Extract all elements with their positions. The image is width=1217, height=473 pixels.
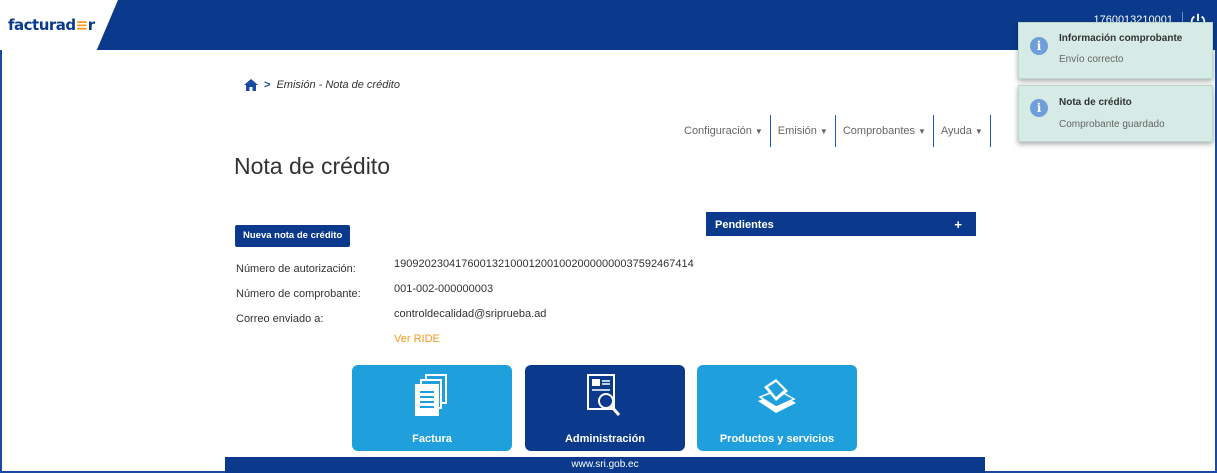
documents-icon	[415, 374, 447, 416]
toast-title: Nota de crédito	[1059, 97, 1132, 108]
info-icon: i	[1030, 37, 1048, 55]
page-title: Nota de crédito	[234, 153, 390, 179]
toast-message: Envío correcto	[1059, 54, 1124, 65]
tile-factura[interactable]: Factura	[352, 365, 512, 451]
toast-nota-credito[interactable]: i Nota de crédito Comprobante guardado	[1018, 85, 1213, 142]
chevron-right-icon: >	[264, 79, 271, 91]
menu-comprobantes[interactable]: Comprobantes ▼	[836, 115, 934, 147]
facturador-logo[interactable]: facturad≡r	[8, 16, 95, 34]
tile-label: Administración	[564, 433, 646, 445]
logo-container: facturad≡r	[0, 0, 118, 50]
tile-administracion[interactable]: Administración	[525, 365, 685, 451]
footer-url[interactable]: www.sri.gob.ec	[571, 459, 638, 470]
main-menu: Configuración ▼ Emisión ▼ Comprobantes ▼ Ay…	[677, 115, 991, 147]
products-icon	[758, 379, 796, 413]
menu-ayuda[interactable]: Ayuda ▼	[934, 115, 991, 147]
menu-emision[interactable]: Emisión ▼	[771, 115, 836, 147]
admin-search-icon	[587, 374, 621, 416]
authorization-value: 1909202304176001321000120010020000000037…	[394, 258, 694, 270]
menu-configuracion[interactable]: Configuración ▼	[677, 115, 771, 147]
email-label: Correo enviado a:	[236, 313, 324, 325]
caret-down-icon: ▼	[754, 126, 763, 136]
tile-productos-servicios[interactable]: Productos y servicios	[697, 365, 857, 451]
toast-info-comprobante[interactable]: i Información comprobante Envío correcto	[1018, 22, 1213, 79]
footer-bar: www.sri.gob.ec	[225, 457, 985, 473]
voucher-number-label: Número de comprobante:	[236, 288, 361, 300]
new-credit-note-button[interactable]: Nueva nota de crédito	[235, 225, 351, 247]
view-ride-link[interactable]: Ver RIDE	[394, 333, 440, 345]
breadcrumb: > Emisión - Nota de crédito	[244, 79, 400, 91]
caret-down-icon: ▼	[974, 126, 983, 136]
expand-plus-icon[interactable]: +	[954, 212, 962, 238]
info-icon: i	[1030, 99, 1048, 117]
toast-title: Información comprobante	[1059, 33, 1183, 44]
email-value: controldecalidad@sriprueba.ad	[394, 308, 547, 320]
caret-down-icon: ▼	[918, 126, 926, 136]
tile-label: Productos y servicios	[719, 433, 835, 445]
breadcrumb-current: Emisión - Nota de crédito	[276, 79, 400, 91]
authorization-label: Número de autorización:	[236, 263, 356, 275]
home-icon[interactable]	[244, 79, 258, 91]
pending-panel-header[interactable]: Pendientes +	[706, 212, 976, 236]
toast-message: Comprobante guardado	[1059, 119, 1165, 130]
caret-down-icon: ▼	[819, 126, 828, 136]
voucher-number-value: 001-002-000000003	[394, 283, 494, 295]
pending-label: Pendientes	[715, 219, 774, 231]
tile-label: Factura	[412, 433, 452, 445]
